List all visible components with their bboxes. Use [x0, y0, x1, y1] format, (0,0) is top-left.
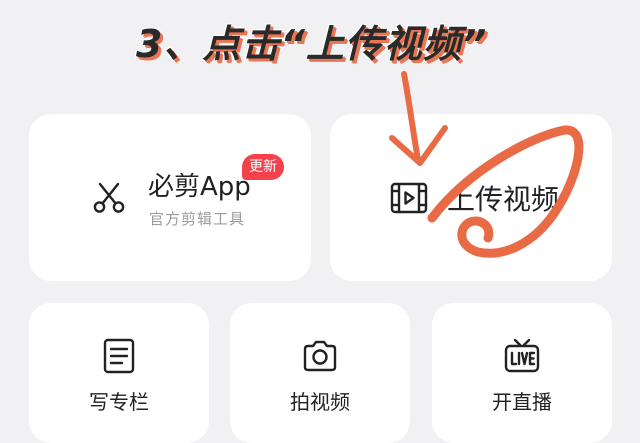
update-badge: 更新: [242, 154, 284, 180]
screen: 3、点击“上传视频” 必剪App 官方剪辑工具 更新 上传视频 写专栏 拍视频 …: [0, 0, 640, 443]
bijian-app-subtitle: 官方剪辑工具: [149, 210, 246, 228]
annotation-title: 3、点击“上传视频”: [136, 22, 488, 66]
camera-icon: [303, 340, 337, 372]
upload-video-label: 上传视频: [447, 183, 560, 216]
bijian-app-card[interactable]: 必剪App 官方剪辑工具 更新: [29, 114, 311, 281]
document-icon: [103, 338, 135, 374]
video-file-icon: [390, 182, 428, 214]
scissors-icon: [93, 182, 125, 213]
go-live-card[interactable]: 开直播: [432, 303, 612, 443]
write-column-label: 写专栏: [89, 390, 149, 414]
go-live-label: 开直播: [492, 390, 552, 414]
write-column-card[interactable]: 写专栏: [29, 303, 209, 443]
live-tv-icon: [504, 338, 540, 373]
bijian-app-name: 必剪App: [148, 172, 251, 202]
upload-video-card[interactable]: 上传视频: [330, 114, 612, 281]
shoot-video-label: 拍视频: [290, 390, 350, 414]
shoot-video-card[interactable]: 拍视频: [230, 303, 410, 443]
